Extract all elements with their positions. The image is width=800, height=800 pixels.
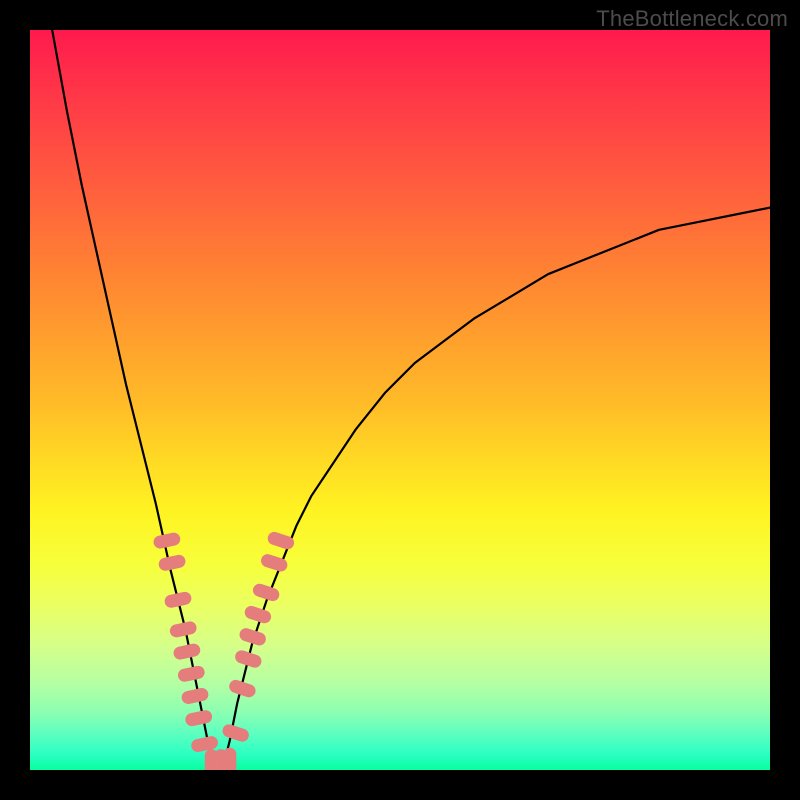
marker-point	[252, 583, 280, 602]
marker-group	[153, 531, 295, 770]
marker-point	[153, 532, 181, 549]
chart-overlay	[30, 30, 770, 770]
outer-frame: TheBottleneck.com	[0, 0, 800, 800]
marker-point	[234, 649, 262, 668]
marker-point	[244, 605, 272, 624]
marker-point	[177, 665, 205, 682]
marker-point	[164, 591, 192, 608]
plot-area	[30, 30, 770, 770]
marker-point	[185, 710, 213, 727]
marker-point	[169, 621, 197, 638]
marker-point	[221, 723, 249, 742]
marker-point	[267, 531, 295, 550]
marker-point	[224, 748, 236, 770]
watermark-text: TheBottleneck.com	[596, 6, 788, 32]
bottleneck-curve	[52, 30, 770, 770]
marker-point	[238, 627, 266, 646]
marker-point	[181, 687, 209, 704]
marker-point	[228, 679, 256, 698]
marker-point	[158, 554, 186, 571]
marker-point	[173, 643, 201, 660]
